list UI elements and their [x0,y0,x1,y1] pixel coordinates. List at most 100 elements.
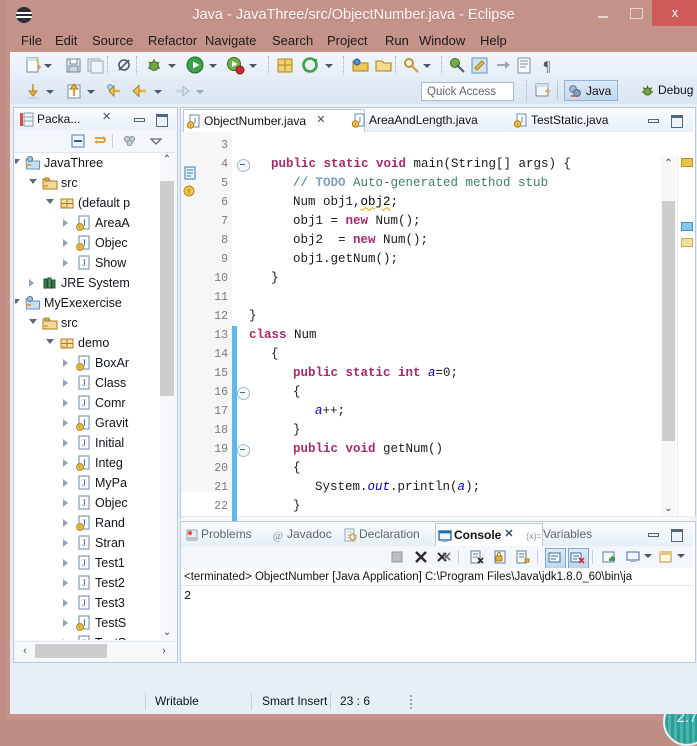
pilcrow-icon[interactable]: ¶ [538,56,557,75]
twisty-collapsed-icon[interactable] [63,559,68,567]
menu-file[interactable]: File [21,30,42,52]
toolbar-dropdown-arrow[interactable] [209,62,217,69]
twisty-expanded-icon[interactable] [46,199,54,204]
clear-console-icon[interactable] [469,549,485,565]
tree-scroll-down-icon[interactable]: ⌄ [160,626,174,640]
code-line[interactable]: } [293,421,301,440]
menu-help[interactable]: Help [480,30,507,52]
console-minimize-icon[interactable] [647,528,660,540]
new-console-dropdown-icon[interactable] [644,554,652,558]
tree-scroll-left-icon[interactable]: ‹ [17,643,33,659]
tree-scroll-thumb[interactable] [160,181,174,396]
code-line[interactable]: } [271,269,279,288]
code-line[interactable]: } [249,307,257,326]
debug-icon[interactable] [145,56,164,75]
code-line[interactable]: System.out.println(a); [315,478,480,497]
status-overflow-icon[interactable] [410,695,413,709]
open-perspective-icon[interactable] [534,82,551,99]
toolbar-dropdown-arrow[interactable] [196,88,204,95]
twisty-collapsed-icon[interactable] [63,219,68,227]
twisty-collapsed-icon[interactable] [63,479,68,487]
twisty-expanded-icon[interactable] [29,179,37,184]
tree-hscroll-thumb[interactable] [35,644,107,658]
toolbar-dropdown-arrow[interactable] [44,62,52,69]
previous-icon[interactable] [130,82,149,101]
twisty-expanded-icon[interactable] [15,159,20,164]
terminate-icon[interactable] [389,549,405,565]
toolbar-dropdown-arrow[interactable] [168,62,176,69]
twisty-collapsed-icon[interactable] [63,399,68,407]
forward-icon[interactable] [173,82,192,101]
toolbar-dropdown-arrow[interactable] [154,88,162,95]
code-line[interactable]: } [293,497,301,516]
save-icon[interactable] [64,56,83,75]
menu-refactor[interactable]: Refactor [148,30,197,52]
editor-tab-objectnumber[interactable]: J! ObjectNumber.java ✕ [183,109,365,133]
tree-vertical-scrollbar[interactable]: ⌃ ⌄ [160,153,174,640]
tree-scroll-right-icon[interactable]: › [156,643,172,659]
package-explorer-close-icon[interactable]: ✕ [102,112,113,123]
overview-warning-marker[interactable] [681,158,693,167]
code-line[interactable]: { [271,345,279,364]
package-explorer-minimize-icon[interactable] [133,113,146,125]
next-annotation-icon[interactable] [448,56,467,75]
remove-launch-icon[interactable] [413,549,429,565]
twisty-collapsed-icon[interactable] [63,419,68,427]
menu-run[interactable]: Run [385,30,409,52]
remove-all-launches-icon[interactable] [436,549,452,565]
code-line[interactable]: // TODO Auto-generated method stub [293,174,548,193]
toolbar-dropdown-arrow[interactable] [46,88,54,95]
close-button[interactable]: x [652,0,697,26]
twisty-collapsed-icon[interactable] [63,619,68,627]
tree-scroll-up-icon[interactable]: ⌃ [160,153,174,167]
collapse-all-icon[interactable] [70,133,86,149]
twisty-collapsed-icon[interactable] [63,539,68,547]
console-maximize-icon[interactable] [670,528,683,542]
twisty-collapsed-icon[interactable] [63,439,68,447]
editor-maximize-icon[interactable] [670,114,683,128]
menu-project[interactable]: Project [327,30,367,52]
overview-info-marker[interactable] [681,222,693,231]
toggle-breakpoint-icon[interactable] [115,56,134,75]
perspective-debug[interactable]: Debug [637,80,697,101]
menu-navigate[interactable]: Navigate [205,30,256,52]
twisty-collapsed-icon[interactable] [63,499,68,507]
toolbar-dropdown-arrow[interactable] [87,88,95,95]
console-chooser-dropdown-icon[interactable] [677,554,685,558]
code-line[interactable]: public void getNum() [293,440,443,459]
new-console-view-icon[interactable] [625,549,641,565]
editor-body[interactable]: ! 34567891011121314151617181920212223 pu… [181,132,696,535]
warning-marker-icon[interactable]: ! [183,185,197,199]
tab-package-explorer[interactable]: Packa... [18,109,80,129]
twisty-collapsed-icon[interactable] [63,519,68,527]
code-line[interactable]: obj2 = new Num(); [293,231,428,250]
twisty-expanded-icon[interactable] [29,319,37,324]
quickfix-marker-icon[interactable] [183,166,197,180]
open-call-hierarchy-icon[interactable] [65,82,84,101]
console-tab-variables[interactable]: (x)=Variables [525,523,631,546]
console-output[interactable]: <terminated> ObjectNumber [Java Applicat… [181,568,693,660]
twisty-collapsed-icon[interactable] [29,279,34,287]
twisty-expanded-icon[interactable] [46,339,54,344]
twisty-collapsed-icon[interactable] [63,259,68,267]
twisty-collapsed-icon[interactable] [63,239,68,247]
open-console-icon[interactable] [601,549,617,565]
quick-access-input[interactable]: Quick Access [421,82,514,101]
code-line[interactable]: { [293,459,301,478]
save-all-icon[interactable] [86,56,105,75]
open-declaration-icon[interactable] [24,82,43,101]
tree-horizontal-scrollbar[interactable]: ‹ › [15,641,174,660]
fold-toggle-icon[interactable] [237,444,250,457]
open-folder-icon[interactable] [374,56,393,75]
new-java-class-icon[interactable] [276,56,295,75]
open-type-icon[interactable] [301,56,320,75]
minimize-button[interactable] [586,0,619,26]
overview-task-marker[interactable] [681,238,693,247]
package-explorer-maximize-icon[interactable] [155,113,168,127]
display-selected-console-icon[interactable] [545,548,566,569]
editor-tab-close-icon[interactable]: ✕ [316,115,327,126]
project-tree[interactable]: JavaThree src (default p J! AreaA J! Objec J Sho… [15,153,160,640]
last-edit-location-icon[interactable] [470,56,489,75]
back-history-icon[interactable] [106,82,125,101]
code-line[interactable]: obj1 = new Num(); [293,212,421,231]
